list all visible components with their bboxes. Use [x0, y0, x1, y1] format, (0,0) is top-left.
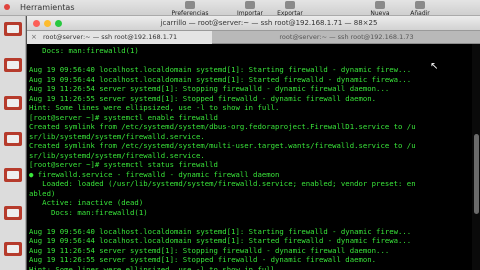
terminal-line: Hint: Some lines were ellipsized, use -l…: [29, 264, 280, 270]
window-title: jcarrillo — root@server:~ — ssh root@192…: [160, 19, 378, 27]
background-window-controls: [4, 4, 10, 10]
tab-ssh-73[interactable]: root@server:~ — ssh root@192.168.1.73: [212, 31, 480, 44]
terminal-line: Aug 19 11:26:55 server systemd[1]: Stopp…: [29, 93, 377, 103]
window-controls: [33, 20, 62, 27]
vm-item[interactable]: [4, 22, 22, 36]
scrollbar-thumb[interactable]: [474, 134, 479, 214]
vm-item[interactable]: [4, 96, 22, 110]
import-icon: [245, 1, 255, 9]
tab-ssh-71[interactable]: × root@server:~ — ssh root@192.168.1.71: [27, 31, 212, 44]
terminal-line: Docs: man:firewalld(1): [29, 46, 139, 55]
terminal-scrollbar[interactable]: [472, 44, 480, 270]
toolbar-add-button[interactable]: Añadir: [400, 1, 440, 17]
terminal-line: Aug 19 11:26:54 server systemd[1]: Stopp…: [29, 245, 390, 255]
export-icon: [285, 1, 295, 9]
terminal-line: ● firewalld.service - firewalld - dynami…: [29, 169, 280, 179]
tab-label: root@server:~ — ssh root@192.168.1.71: [43, 33, 178, 41]
terminal-line: Aug 19 09:56:40 localhost.localdomain sy…: [29, 65, 412, 74]
maximize-icon[interactable]: [55, 20, 62, 27]
terminal-line: sr/lib/systemd/system/firewalld.service.: [29, 131, 205, 141]
vm-item[interactable]: [4, 168, 22, 182]
preferences-icon: [185, 1, 195, 9]
terminal-line: Created symlink from /etc/systemd/system…: [29, 122, 416, 131]
vm-list-sidebar: [0, 16, 26, 270]
toolbar-export-button[interactable]: Exportar: [270, 1, 310, 17]
vm-item[interactable]: [4, 242, 22, 256]
terminal-line: Hint: Some lines were ellipsized, use -l…: [29, 103, 280, 112]
toolbar-preferences-button[interactable]: Preferencias: [170, 1, 210, 17]
terminal-line: abled): [29, 188, 56, 198]
toolbar-new-button[interactable]: Nueva: [360, 1, 400, 17]
new-icon: [375, 1, 385, 9]
terminal-line: Active: inactive (dead): [29, 198, 144, 207]
terminal-window: jcarrillo — root@server:~ — ssh root@192…: [26, 16, 480, 270]
terminal-line: [root@server ~]# systemctl status firewa…: [29, 160, 218, 169]
terminal-output[interactable]: Docs: man:firewalld(1) Aug 19 09:56:40 lo…: [27, 44, 473, 270]
vm-item[interactable]: [4, 206, 22, 220]
background-app-toolbar: Herramientas Preferencias Importar Expor…: [0, 0, 480, 17]
mouse-cursor-icon: ↖: [430, 61, 439, 72]
terminal-line: Aug 19 09:56:44 localhost.localdomain sy…: [29, 74, 412, 84]
terminal-line: Created symlink from /etc/systemd/system…: [29, 141, 416, 150]
background-app-title: Herramientas: [20, 3, 75, 12]
terminal-line: Aug 19 09:56:40 localhost.localdomain sy…: [29, 226, 412, 236]
close-icon[interactable]: [33, 20, 40, 27]
tab-close-icon[interactable]: ×: [31, 31, 37, 44]
close-icon[interactable]: [4, 4, 10, 10]
terminal-tab-bar: × root@server:~ — ssh root@192.168.1.71 …: [27, 31, 480, 44]
terminal-line: Aug 19 11:26:55 server systemd[1]: Stopp…: [29, 255, 377, 264]
terminal-titlebar[interactable]: jcarrillo — root@server:~ — ssh root@192…: [27, 16, 480, 31]
toolbar-import-button[interactable]: Importar: [230, 1, 270, 17]
add-icon: [415, 1, 425, 9]
terminal-line: Aug 19 11:26:54 server systemd[1]: Stopp…: [29, 84, 390, 93]
terminal-line: [root@server ~]# systemctl enable firewa…: [29, 112, 218, 122]
tab-label: root@server:~ — ssh root@192.168.1.73: [279, 33, 414, 41]
terminal-line: Loaded: loaded (/usr/lib/systemd/system/…: [29, 179, 416, 188]
terminal-line: sr/lib/systemd/system/firewalld.service.: [29, 150, 205, 160]
vm-item[interactable]: [4, 132, 22, 146]
minimize-icon[interactable]: [44, 20, 51, 27]
vm-item[interactable]: [4, 58, 22, 72]
terminal-line: Aug 19 09:56:44 localhost.localdomain sy…: [29, 236, 412, 245]
terminal-line: Docs: man:firewalld(1): [29, 207, 148, 217]
